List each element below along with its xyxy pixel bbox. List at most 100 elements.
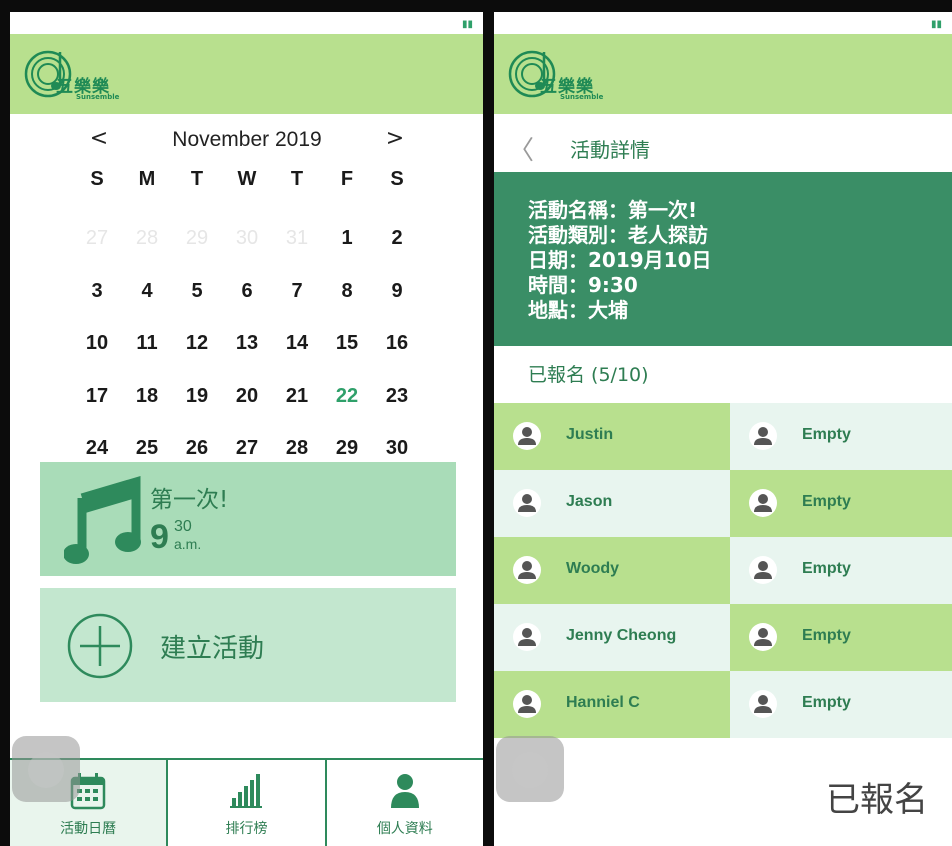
- app-header: 五樂樂 Sunsemble: [10, 34, 483, 114]
- logo-subtext: Sunsemble: [76, 93, 120, 101]
- calendar-day-selected[interactable]: 10: [72, 323, 122, 363]
- calendar-screen: ▮▮ 五樂樂 Sunsemble < November 2019 > S M T W T…: [10, 12, 483, 846]
- calendar-day-number: 25: [135, 437, 159, 460]
- calendar-week: 3 4 5 6 7 8 9: [72, 265, 422, 318]
- calendar-day-number: 29: [335, 437, 359, 460]
- calendar-day-number: 23: [385, 384, 409, 407]
- calendar-day[interactable]: 16: [372, 323, 422, 363]
- calendar-day-event[interactable]: 22: [322, 376, 372, 416]
- registered-button[interactable]: 已報名: [826, 772, 928, 821]
- participant-slot[interactable]: Justin: [494, 403, 730, 470]
- calendar-day[interactable]: 13: [222, 323, 272, 363]
- back-icon[interactable]: 〈: [508, 130, 534, 167]
- participant-grid: Justin Empty Jason Empty Woody Empty Jenny Che…: [494, 403, 952, 738]
- calendar-day-number: 20: [235, 384, 259, 407]
- weekday-label: T: [190, 168, 204, 190]
- empty-slot[interactable]: Empty: [730, 470, 952, 537]
- registered-count-label: 已報名 (5/10): [528, 364, 649, 386]
- calendar-day-number: 12: [185, 332, 209, 355]
- calendar-day-number: 26: [185, 437, 209, 460]
- calendar-day[interactable]: 14: [272, 323, 322, 363]
- assistive-touch-button[interactable]: [496, 736, 564, 802]
- page-title: 活動詳情: [570, 138, 650, 162]
- participant-slot[interactable]: Jenny Cheong: [494, 604, 730, 671]
- battery-icon: ▮▮: [461, 19, 473, 30]
- create-event-button[interactable]: 建立活動: [40, 588, 456, 702]
- calendar-day-number: 21: [285, 384, 309, 407]
- calendar-day-number: 5: [191, 279, 203, 302]
- calendar-day[interactable]: 2: [372, 218, 422, 258]
- calendar-grid: 27 28 29 30 31 1 2 3 4 5 6 7 8 9 10 11 12 13 14 15 16 17 18 19 2…: [72, 212, 422, 475]
- person-icon: [390, 774, 419, 808]
- event-detail-line: 時間：9:30: [528, 273, 638, 297]
- assistive-touch-button[interactable]: [12, 736, 80, 802]
- event-ampm: a.m.: [174, 536, 202, 552]
- calendar-day: 30: [222, 218, 272, 258]
- calendar-day-number: 13: [235, 332, 259, 355]
- calendar-day[interactable]: 1: [322, 218, 372, 258]
- calendar-day[interactable]: 15: [322, 323, 372, 363]
- calendar-day[interactable]: 6: [222, 271, 272, 311]
- weekday-label: T: [290, 168, 304, 190]
- person-avatar-icon: [512, 689, 542, 719]
- calendar-day[interactable]: 21: [272, 376, 322, 416]
- weekday-label: S: [90, 168, 104, 190]
- person-avatar-icon: [512, 622, 542, 652]
- navigation-bar: 〈 活動詳情: [494, 126, 952, 172]
- calendar-day[interactable]: 12: [172, 323, 222, 363]
- event-name: 第一次!: [150, 487, 229, 513]
- event-card[interactable]: 第一次! 9 30 a.m.: [40, 462, 456, 576]
- participant-row: Jenny Cheong Empty: [494, 604, 952, 671]
- calendar-day-number: 16: [385, 332, 409, 355]
- calendar-day[interactable]: 9: [372, 271, 422, 311]
- create-event-label: 建立活動: [160, 634, 265, 664]
- tab-leaderboard[interactable]: 排行榜: [168, 760, 327, 846]
- participant-name: Empty: [802, 627, 851, 644]
- participant-name: Empty: [802, 560, 851, 577]
- empty-slot[interactable]: Empty: [730, 537, 952, 604]
- calendar-day[interactable]: 20: [222, 376, 272, 416]
- calendar-day-number: 30: [385, 437, 409, 460]
- next-month-button[interactable]: >: [380, 126, 410, 151]
- calendar-day[interactable]: 3: [72, 271, 122, 311]
- calendar-week: 10 11 12 13 14 15 16: [72, 317, 422, 370]
- tab-bar: 活動日曆 排行榜 個人資料: [10, 758, 483, 846]
- calendar-day[interactable]: 8: [322, 271, 372, 311]
- event-detail-line: 日期：2019月10日: [528, 248, 712, 272]
- empty-slot[interactable]: Empty: [730, 403, 952, 470]
- calendar-day-number: 10: [85, 332, 109, 355]
- participant-row: Woody Empty: [494, 537, 952, 604]
- app-logo: 五樂樂 Sunsemble: [508, 44, 628, 104]
- participant-row: Justin Empty: [494, 403, 952, 470]
- calendar-day[interactable]: 18: [122, 376, 172, 416]
- calendar-week: 17 18 19 20 21 22 23: [72, 370, 422, 423]
- calendar-day[interactable]: 17: [72, 376, 122, 416]
- empty-slot[interactable]: Empty: [730, 604, 952, 671]
- calendar-week: 27 28 29 30 31 1 2: [72, 212, 422, 265]
- calendar-day[interactable]: 11: [122, 323, 172, 363]
- participant-slot[interactable]: Woody: [494, 537, 730, 604]
- calendar-day-number: 28: [135, 227, 159, 250]
- calendar-day[interactable]: 7: [272, 271, 322, 311]
- tab-profile[interactable]: 個人資料: [327, 760, 483, 846]
- app-logo: 五樂樂 Sunsemble: [24, 44, 144, 104]
- participant-name: Empty: [802, 493, 851, 510]
- person-avatar-icon: [748, 421, 778, 451]
- weekday-label: F: [340, 168, 354, 190]
- calendar-day-number: 14: [285, 332, 309, 355]
- calendar-day[interactable]: 19: [172, 376, 222, 416]
- calendar-day: 29: [172, 218, 222, 258]
- calendar-day[interactable]: 4: [122, 271, 172, 311]
- person-avatar-icon: [748, 622, 778, 652]
- calendar-day-number: 19: [185, 384, 209, 407]
- empty-slot[interactable]: Empty: [730, 671, 952, 738]
- calendar-day[interactable]: 5: [172, 271, 222, 311]
- previous-month-button[interactable]: <: [84, 126, 114, 151]
- calendar-day-number: 30: [235, 227, 259, 250]
- event-detail-line: 活動名稱：第一次!: [528, 198, 698, 222]
- calendar-day[interactable]: 23: [372, 376, 422, 416]
- participant-slot[interactable]: Hanniel C: [494, 671, 730, 738]
- person-avatar-icon: [748, 689, 778, 719]
- bar-chart-icon: [230, 774, 263, 808]
- participant-slot[interactable]: Jason: [494, 470, 730, 537]
